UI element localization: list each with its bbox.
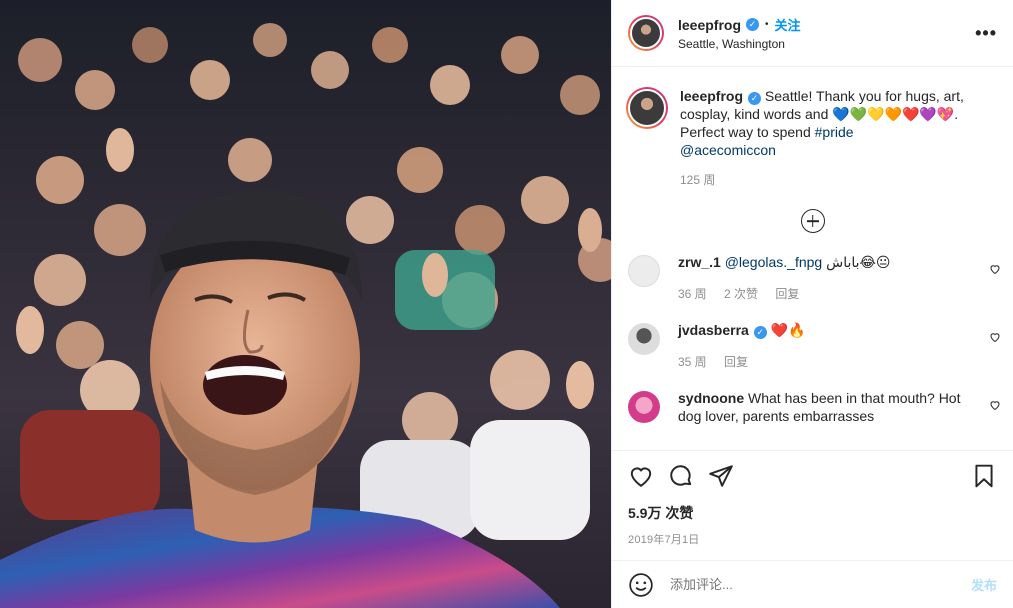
- comment-time: 36 周: [678, 287, 707, 301]
- load-more-comments: [612, 209, 1013, 233]
- author-username[interactable]: leeepfrog: [678, 17, 741, 33]
- like-comment-heart-icon[interactable]: [989, 331, 1001, 343]
- load-more-plus-icon[interactable]: [800, 209, 825, 233]
- comment-item: jvdasberra ✓ ❤️🔥 35 周 回复: [612, 321, 1013, 371]
- comment-username[interactable]: zrw_.1: [678, 254, 721, 270]
- comment-text: ❤️🔥: [770, 322, 806, 338]
- add-comment-bar: 发布: [612, 560, 1013, 608]
- post-caption: leeepfrog ✓ Seattle! Thank you for hugs, …: [612, 67, 1013, 189]
- comment-avatar[interactable]: [628, 323, 660, 355]
- post-location[interactable]: Seattle, Washington: [678, 37, 801, 51]
- author-avatar[interactable]: [628, 15, 664, 51]
- comment-username[interactable]: jvdasberra: [678, 322, 749, 338]
- comment-mention[interactable]: @legolas._fnpg: [725, 254, 823, 270]
- share-paper-plane-icon[interactable]: [708, 463, 734, 489]
- comment-time: 35 周: [678, 355, 707, 369]
- comment-username[interactable]: sydnoone: [678, 390, 744, 406]
- comment-avatar[interactable]: [628, 255, 660, 287]
- crowd-selfie-image: [0, 23, 611, 608]
- author-info: leeepfrog ✓ • 关注 Seattle, Washington: [678, 15, 801, 52]
- comment-avatar[interactable]: [628, 391, 660, 423]
- caption-time: 125 周: [680, 173, 716, 187]
- comment-item: sydnoone What has been in that mouth? Ho…: [612, 389, 1013, 425]
- like-heart-icon[interactable]: [628, 463, 654, 489]
- comment-text: باباش😂😐: [822, 254, 891, 270]
- post-side-panel: leeepfrog ✓ • 关注 Seattle, Washington •••…: [611, 0, 1013, 608]
- emoji-smiley-icon[interactable]: [628, 572, 654, 598]
- instagram-post: leeepfrog ✓ • 关注 Seattle, Washington •••…: [0, 0, 1013, 608]
- comment-item: zrw_.1 @legolas._fnpg باباش😂😐 36 周 2 次赞 …: [612, 253, 1013, 303]
- like-count[interactable]: 5.9万 次赞: [628, 503, 997, 523]
- reply-button[interactable]: 回复: [775, 287, 799, 301]
- post-actions: 5.9万 次赞 2019年7月1日: [612, 450, 1013, 547]
- caption-username[interactable]: leeepfrog: [680, 88, 743, 104]
- follow-button[interactable]: 关注: [775, 15, 801, 34]
- more-options-icon[interactable]: •••: [975, 23, 997, 44]
- verified-badge-icon: ✓: [748, 92, 762, 105]
- mention-link[interactable]: @acecomiccon: [680, 142, 776, 158]
- verified-badge-icon: ✓: [746, 18, 760, 31]
- verified-badge-icon: ✓: [753, 326, 767, 339]
- comment-bubble-icon[interactable]: [668, 463, 694, 489]
- post-date: 2019年7月1日: [628, 534, 700, 546]
- comments-list[interactable]: leeepfrog ✓ Seattle! Thank you for hugs, …: [612, 67, 1013, 450]
- caption-emojis: 💙💚💛🧡❤️💜💖: [832, 106, 955, 122]
- like-comment-heart-icon[interactable]: [989, 263, 1001, 275]
- save-bookmark-icon[interactable]: [971, 463, 997, 489]
- comment-likes[interactable]: 2 次赞: [724, 287, 758, 301]
- post-header: leeepfrog ✓ • 关注 Seattle, Washington •••: [612, 0, 1013, 67]
- comment-input[interactable]: [668, 576, 971, 593]
- hashtag-link[interactable]: #pride: [815, 124, 854, 140]
- reply-button[interactable]: 回复: [724, 355, 748, 369]
- separator-dot: •: [765, 19, 769, 30]
- like-comment-heart-icon[interactable]: [989, 399, 1001, 411]
- post-photo[interactable]: [0, 0, 611, 608]
- post-comment-button[interactable]: 发布: [971, 575, 997, 594]
- caption-avatar[interactable]: [626, 87, 668, 129]
